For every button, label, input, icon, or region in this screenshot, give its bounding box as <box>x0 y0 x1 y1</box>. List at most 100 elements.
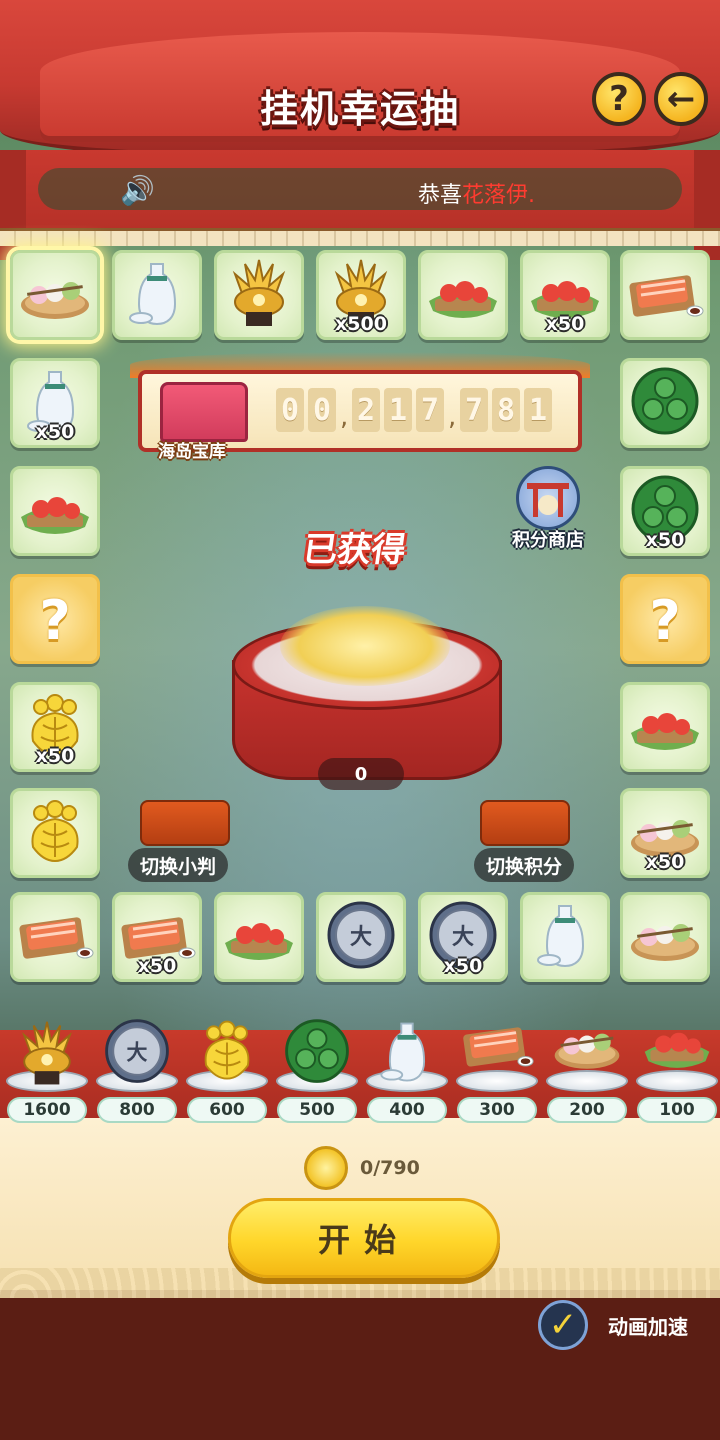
board-tile: x50 <box>620 466 710 556</box>
game-scene: 挂机幸运抽 ? ← 🔊 恭喜花落伊. x500 x50 x50? x50 x50? x50… <box>0 0 720 1440</box>
tile-quantity: x50 <box>35 421 75 443</box>
board-tile: x50 <box>620 788 710 878</box>
cost-text: 0/790 <box>360 1157 420 1179</box>
kabuto-icon <box>224 256 294 334</box>
salmon-icon <box>459 1018 535 1075</box>
counter-digit: 2 <box>352 388 380 432</box>
counter-digit: 1 <box>384 388 412 432</box>
board-tile: x50 <box>520 250 610 340</box>
board-tile <box>418 250 508 340</box>
gold-crest-icon <box>23 797 87 869</box>
start-button[interactable]: 开始 <box>228 1198 500 1278</box>
board-tile: x500 <box>316 250 406 340</box>
gold-crest-icon <box>197 1018 258 1086</box>
obtained-label: 已获得 <box>300 530 409 570</box>
prize-price: 400 <box>367 1097 447 1123</box>
prize-price: 300 <box>457 1097 537 1123</box>
prize-price: 200 <box>547 1097 627 1123</box>
svg-text:大: 大 <box>127 1041 148 1065</box>
prize-item <box>274 1016 360 1092</box>
question-mark-icon: ? <box>649 589 681 652</box>
gold-pile <box>280 606 450 686</box>
rope-frieze <box>0 228 720 246</box>
tile-quantity: x50 <box>443 955 483 977</box>
board-tile: 大 <box>316 892 406 982</box>
tile-quantity: x50 <box>645 529 685 551</box>
board-tile <box>10 466 100 556</box>
treasury-label: 海岛宝库 <box>158 442 226 462</box>
prize-price: 500 <box>277 1097 357 1123</box>
counter-digit: 1 <box>524 388 552 432</box>
digit-separator: , <box>340 402 349 432</box>
sake-icon <box>379 1018 436 1088</box>
treasure-chest-icon[interactable] <box>160 382 248 442</box>
prize-item <box>544 1016 630 1092</box>
counter-digit: 8 <box>492 388 520 432</box>
tomato-icon <box>17 481 93 541</box>
speed-toggle-label[interactable]: 动画加速 <box>608 1311 688 1340</box>
board-tile <box>520 892 610 982</box>
tomato-icon <box>221 907 297 967</box>
board-tile <box>214 892 304 982</box>
prize-price: 1600 <box>7 1097 87 1123</box>
tile-quantity: x50 <box>137 955 177 977</box>
board-tile: x50 <box>112 892 202 982</box>
silver-coin-icon: 大 <box>326 900 396 974</box>
tomato-icon <box>641 1018 713 1075</box>
prize-item <box>454 1016 540 1092</box>
back-button[interactable]: ← <box>654 72 708 126</box>
counter-digit: 7 <box>416 388 444 432</box>
prize-price: 800 <box>97 1097 177 1123</box>
tile-quantity: x50 <box>35 745 75 767</box>
counter-digit: 7 <box>460 388 488 432</box>
koban-stand-icon[interactable] <box>140 800 230 846</box>
sake-icon <box>127 258 187 332</box>
board-tile <box>620 358 710 448</box>
prize-item <box>634 1016 720 1092</box>
dango-icon <box>19 265 91 325</box>
checkmark-icon[interactable]: ✓ <box>538 1300 588 1350</box>
salmon-icon <box>625 265 705 325</box>
svg-text:大: 大 <box>350 925 372 950</box>
tile-quantity: x500 <box>335 313 387 335</box>
tile-quantity: x50 <box>545 313 585 335</box>
shop-label[interactable]: 积分商店 <box>512 526 584 552</box>
board-tile <box>112 250 202 340</box>
tomato-icon <box>627 697 703 757</box>
treasury-counter: 00,217,781 <box>276 388 552 432</box>
board-tile <box>214 250 304 340</box>
board-tile <box>620 892 710 982</box>
gold-coin-icon <box>304 1146 348 1190</box>
green-crest-icon <box>630 366 700 440</box>
tile-quantity: x50 <box>645 851 685 873</box>
points-stand-icon[interactable] <box>480 800 570 846</box>
board-tile <box>620 682 710 772</box>
tomato-icon <box>425 265 501 325</box>
shrine-shop-icon[interactable] <box>516 466 580 530</box>
prize-price: 100 <box>637 1097 717 1123</box>
prize-item <box>4 1016 90 1092</box>
board-tile <box>10 788 100 878</box>
question-mark-icon: ? <box>39 589 71 652</box>
sake-icon <box>535 900 595 974</box>
help-button[interactable]: ? <box>592 72 646 126</box>
kabuto-icon <box>14 1018 81 1092</box>
salmon-icon <box>15 907 95 967</box>
board-tile: 大 x50 <box>418 892 508 982</box>
board-tile: x50 <box>10 682 100 772</box>
counter-digit: 0 <box>276 388 304 432</box>
board-tile <box>10 250 100 340</box>
prize-item <box>184 1016 270 1092</box>
switch-koban-button[interactable]: 切换小判 <box>128 848 229 882</box>
board-tile: ? <box>620 574 710 664</box>
drum-count: 0 <box>318 758 404 790</box>
silver-coin-icon: 大 <box>104 1018 171 1088</box>
prize-item <box>364 1016 450 1092</box>
speaker-icon[interactable]: 🔊 <box>120 174 155 207</box>
switch-points-button[interactable]: 切换积分 <box>474 848 575 882</box>
digit-separator: , <box>448 402 457 432</box>
prize-price: 600 <box>187 1097 267 1123</box>
dango-icon <box>553 1018 621 1075</box>
board-tile <box>620 250 710 340</box>
dango-icon <box>629 907 701 967</box>
